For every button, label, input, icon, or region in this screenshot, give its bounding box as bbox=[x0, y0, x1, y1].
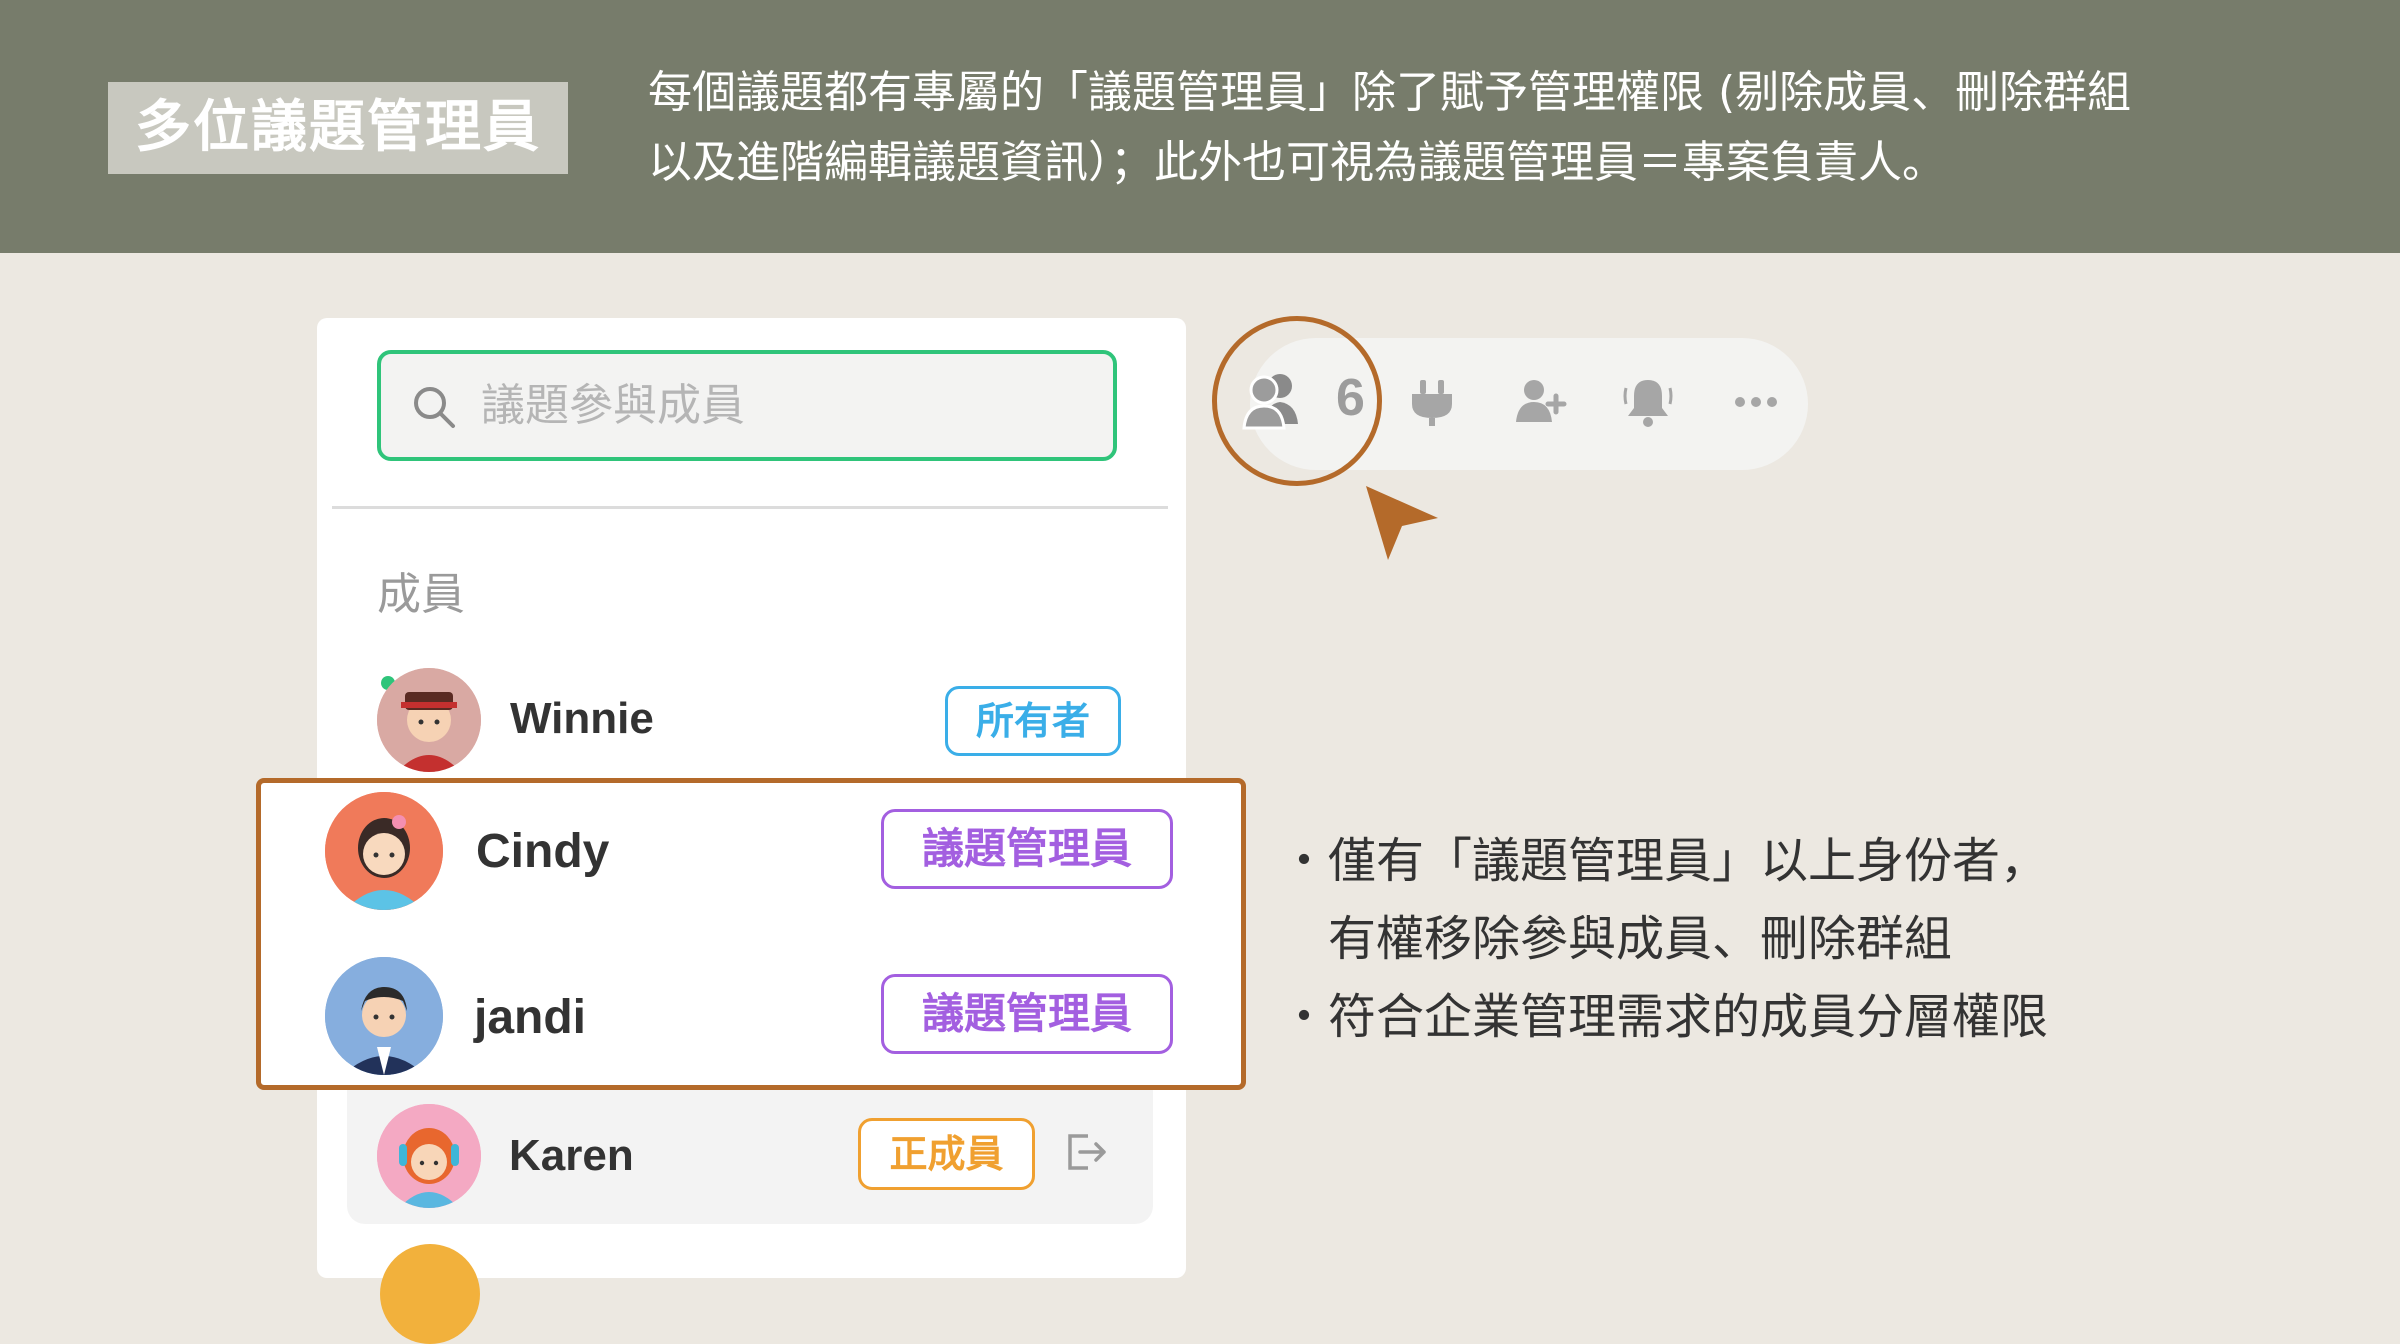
note-text: 符合企業管理需求的成員分層權限 bbox=[1328, 989, 2049, 1045]
note-text-continued: 有權移除參與成員、刪除群組 bbox=[1328, 911, 1953, 967]
leave-icon[interactable] bbox=[1062, 1128, 1110, 1176]
header-banner: 多位議題管理員 每個議題都有專屬的「議題管理員」除了賦予管理權限 (剔除成員、刪… bbox=[0, 0, 2400, 253]
search-placeholder: 議題參與成員 bbox=[481, 380, 745, 431]
member-name: Winnie bbox=[510, 694, 654, 743]
avatar bbox=[325, 792, 443, 910]
members-highlight-circle bbox=[1212, 316, 1382, 486]
add-member-icon[interactable] bbox=[1512, 374, 1568, 430]
more-icon[interactable] bbox=[1728, 374, 1784, 430]
bell-icon[interactable] bbox=[1620, 374, 1676, 430]
banner-desc-line-2: 以及進階編輯議題資訊）；此外也可視為議題管理員＝專案負責人。 bbox=[648, 137, 1946, 188]
note-item: ・ 僅有「議題管理員」以上身份者， bbox=[1270, 822, 2048, 900]
note-item: ・ 符合企業管理需求的成員分層權限 bbox=[1270, 978, 2048, 1056]
avatar bbox=[380, 1244, 480, 1344]
section-label-members: 成員 bbox=[377, 569, 465, 620]
avatar bbox=[377, 1104, 481, 1208]
avatar bbox=[377, 668, 481, 772]
divider bbox=[332, 506, 1168, 509]
role-badge-admin: 議題管理員 bbox=[881, 809, 1173, 889]
notes-list: ・ 僅有「議題管理員」以上身份者， 有權移除參與成員、刪除群組 ・ 符合企業管理… bbox=[1270, 822, 2048, 1056]
member-name: Cindy bbox=[476, 825, 610, 878]
search-input[interactable]: 議題參與成員 bbox=[377, 350, 1117, 461]
plug-icon[interactable] bbox=[1404, 374, 1460, 430]
note-text: 僅有「議題管理員」以上身份者， bbox=[1328, 833, 2049, 889]
role-badge-member: 正成員 bbox=[858, 1118, 1035, 1190]
member-name: Karen bbox=[509, 1131, 634, 1180]
member-name: jandi bbox=[474, 991, 587, 1044]
cursor-pointer-icon bbox=[1366, 486, 1438, 560]
role-badge-owner: 所有者 bbox=[945, 686, 1121, 756]
banner-description: 每個議題都有專屬的「議題管理員」除了賦予管理權限 (剔除成員、刪除群組 以及進階… bbox=[648, 58, 2328, 198]
role-badge-admin: 議題管理員 bbox=[881, 974, 1173, 1054]
avatar bbox=[325, 957, 443, 1075]
search-icon bbox=[414, 387, 455, 428]
bullet: ・ bbox=[1280, 989, 1329, 1045]
banner-desc-line-1: 每個議題都有專屬的「議題管理員」除了賦予管理權限 (剔除成員、刪除群組 bbox=[648, 67, 2132, 118]
banner-title: 多位議題管理員 bbox=[108, 82, 568, 174]
bullet: ・ bbox=[1280, 833, 1329, 889]
